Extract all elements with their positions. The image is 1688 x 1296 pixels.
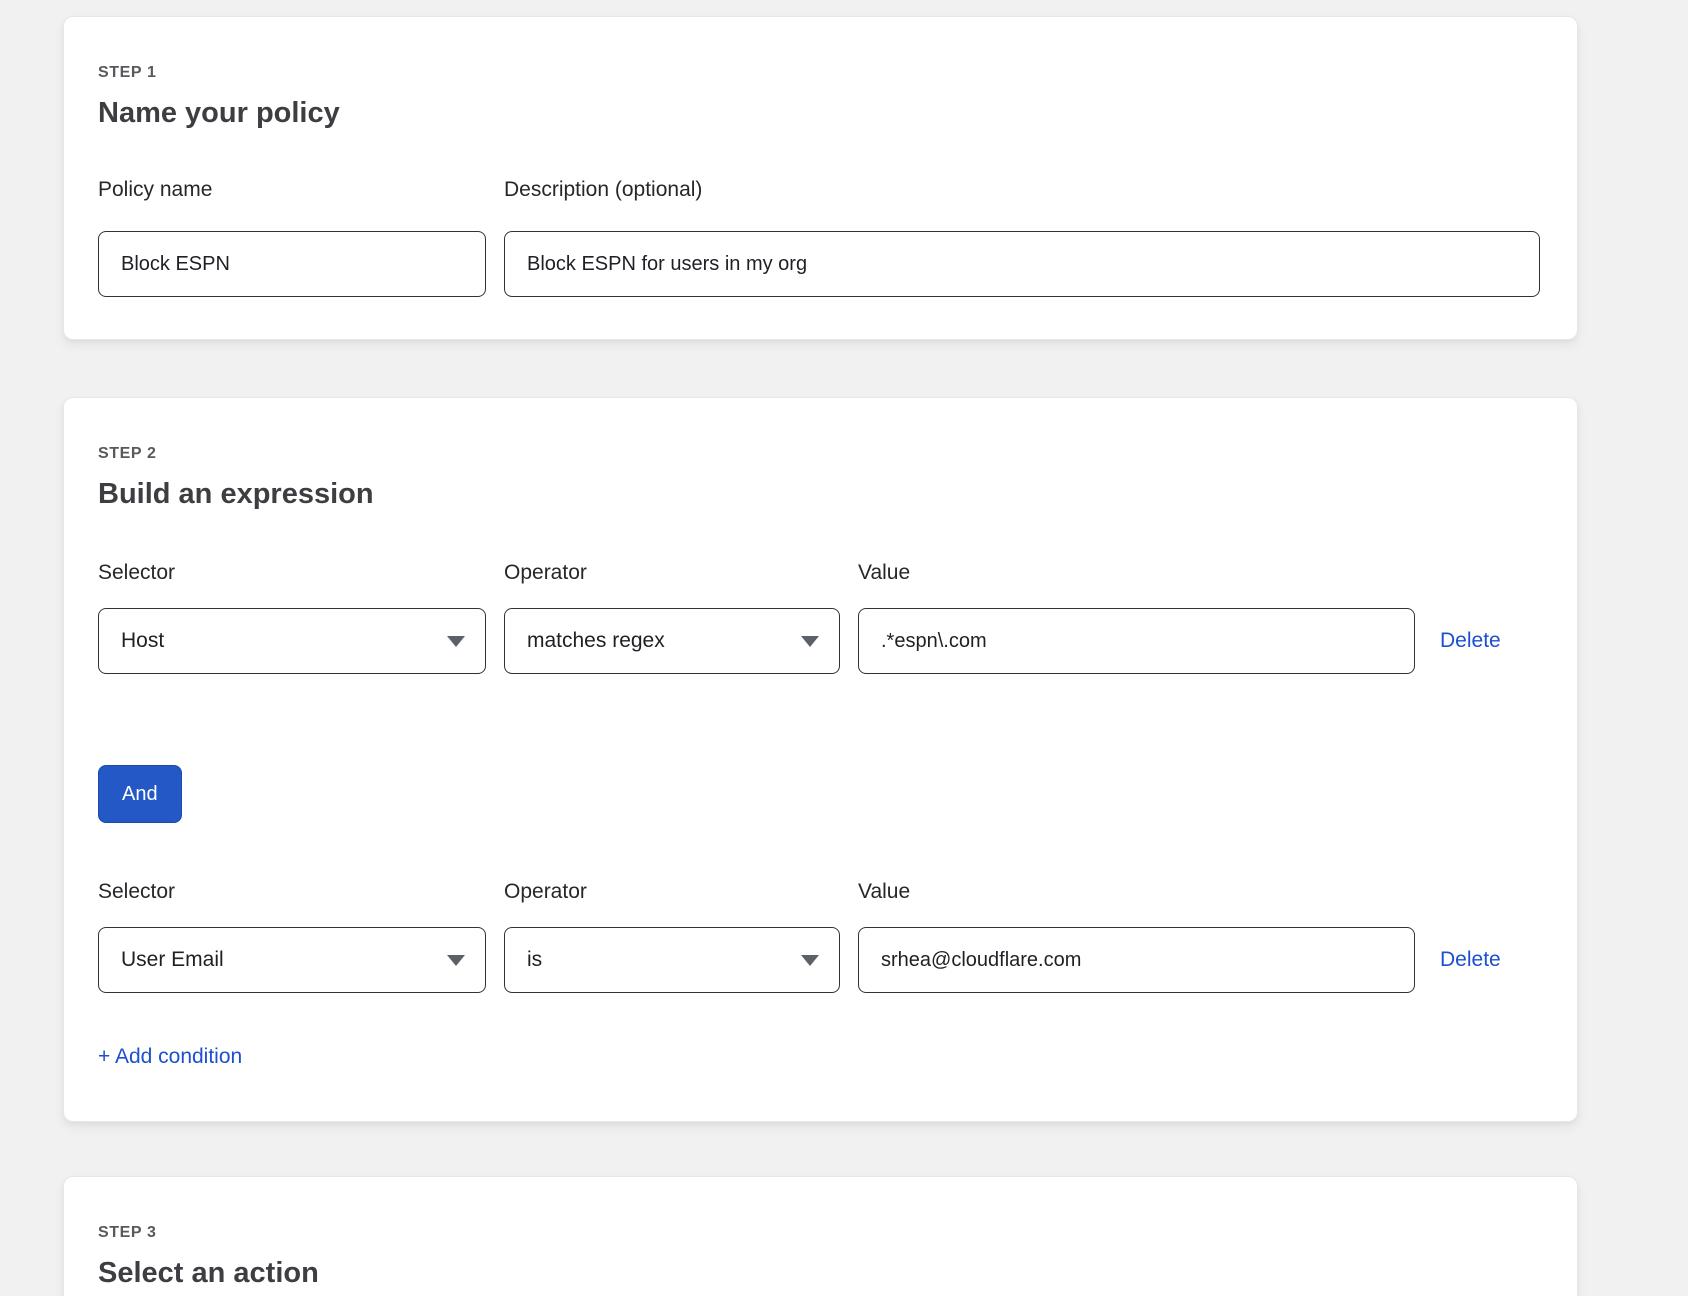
step1-fields: Policy name Description (optional) (98, 177, 1543, 297)
value-label: Value (858, 879, 1415, 905)
step2-title: Build an expression (98, 476, 1543, 512)
delete-button[interactable]: Delete (1440, 629, 1501, 653)
policy-builder-page: STEP 1 Name your policy Policy name Desc… (0, 16, 1688, 1296)
step1-title: Name your policy (98, 95, 1543, 131)
policy-name-label: Policy name (98, 177, 486, 203)
operator-field: Operator matches regex (504, 560, 840, 674)
operator-label: Operator (504, 560, 840, 586)
selector-field: Selector User Email (98, 879, 486, 993)
operator-select[interactable]: is (504, 927, 840, 993)
and-button[interactable]: And (98, 765, 182, 823)
description-field: Description (optional) (504, 177, 1540, 297)
condition-row: Selector Host Operator matches regex Val… (98, 560, 1543, 674)
delete-wrap: Delete (1440, 608, 1543, 674)
step2-card: STEP 2 Build an expression Selector Host… (63, 397, 1578, 1122)
operator-field: Operator is (504, 879, 840, 993)
description-label: Description (optional) (504, 177, 1540, 203)
operator-select-value: matches regex (527, 629, 665, 653)
add-condition-link[interactable]: + Add condition (98, 1043, 242, 1071)
policy-name-input[interactable] (98, 231, 486, 297)
selector-field: Selector Host (98, 560, 486, 674)
description-input[interactable] (504, 231, 1540, 297)
selector-select-value: User Email (121, 948, 224, 972)
selector-label: Selector (98, 879, 486, 905)
dropdown-arrow-icon (801, 955, 819, 966)
condition-row: Selector User Email Operator is Value De… (98, 879, 1543, 993)
selector-label: Selector (98, 560, 486, 586)
step1-label: STEP 1 (98, 63, 1543, 83)
dropdown-arrow-icon (447, 955, 465, 966)
operator-select-value: is (527, 948, 542, 972)
value-field: Value (858, 879, 1415, 993)
selector-select[interactable]: User Email (98, 927, 486, 993)
step1-card: STEP 1 Name your policy Policy name Desc… (63, 16, 1578, 340)
step2-label: STEP 2 (98, 444, 1543, 464)
step3-card: STEP 3 Select an action (63, 1176, 1578, 1296)
step3-label: STEP 3 (98, 1223, 1543, 1243)
operator-label: Operator (504, 879, 840, 905)
operator-select[interactable]: matches regex (504, 608, 840, 674)
step3-title: Select an action (98, 1255, 1543, 1291)
delete-wrap: Delete (1440, 927, 1543, 993)
value-label: Value (858, 560, 1415, 586)
selector-select[interactable]: Host (98, 608, 486, 674)
value-field: Value (858, 560, 1415, 674)
policy-name-field: Policy name (98, 177, 486, 297)
delete-button[interactable]: Delete (1440, 948, 1501, 972)
value-input[interactable] (858, 927, 1415, 993)
dropdown-arrow-icon (447, 636, 465, 647)
selector-select-value: Host (121, 629, 164, 653)
value-input[interactable] (858, 608, 1415, 674)
dropdown-arrow-icon (801, 636, 819, 647)
